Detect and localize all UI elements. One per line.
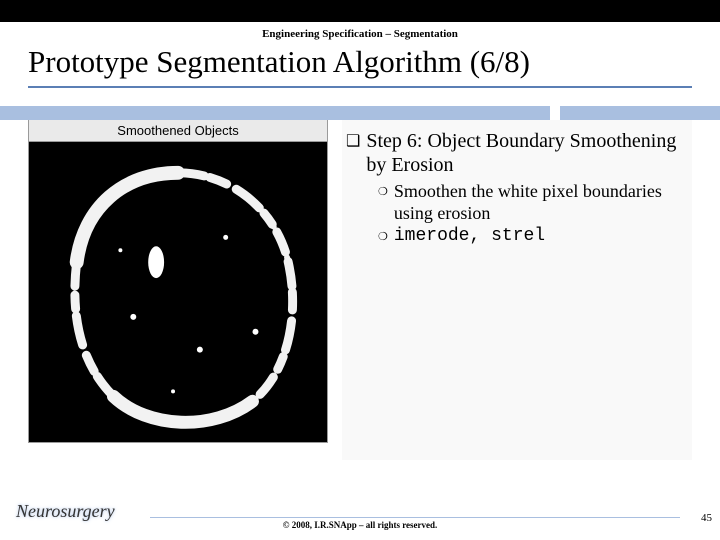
- page-title: Prototype Segmentation Algorithm (6/8): [28, 42, 692, 88]
- circle-bullet-icon: ❍: [378, 181, 388, 203]
- page-number: 45: [701, 512, 712, 524]
- figure-caption: Smoothened Objects: [29, 120, 327, 142]
- figure-smoothened-objects: Smoothened Objects: [28, 120, 328, 443]
- accent-bar: [0, 106, 720, 120]
- square-bullet-icon: ❑: [346, 130, 360, 154]
- bullet-sub-2-text: imerode, strel: [394, 226, 545, 248]
- bullet-step-title-text: Step 6: Object Boundary Smoothening by E…: [366, 130, 692, 177]
- footer-divider: [150, 517, 680, 518]
- bullet-sub-1: ❍ Smoothen the white pixel boundaries us…: [378, 181, 692, 224]
- bullet-sub-2: ❍ imerode, strel: [378, 226, 692, 248]
- breadcrumb: Engineering Specification – Segmentation: [0, 22, 720, 42]
- bullet-step-title: ❑ Step 6: Object Boundary Smoothening by…: [342, 130, 692, 177]
- bullet-sub-1-text: Smoothen the white pixel boundaries usin…: [394, 181, 692, 224]
- figure-image: [29, 142, 327, 442]
- top-black-bar: [0, 0, 720, 22]
- circle-bullet-icon: ❍: [378, 226, 388, 248]
- text-column: ❑ Step 6: Object Boundary Smoothening by…: [342, 120, 692, 460]
- logo-neurosurgery: Neurosurgery: [16, 501, 115, 522]
